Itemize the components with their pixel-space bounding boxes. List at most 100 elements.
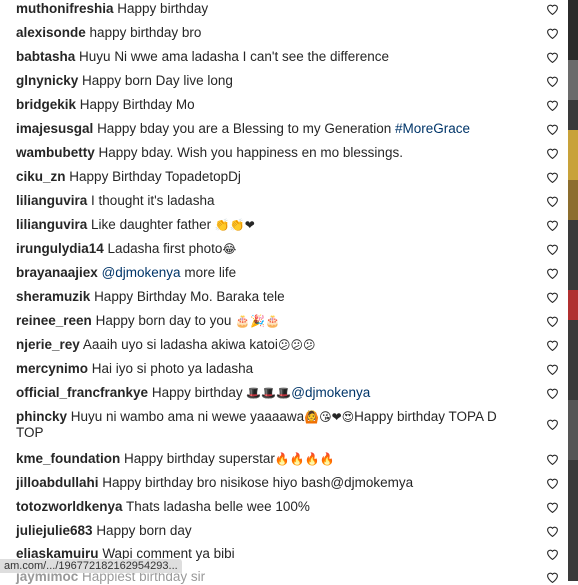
comment-text: more life [184, 265, 237, 280]
comment-text: Happy birthday bro nisikose hiyo bash@dj… [102, 475, 414, 490]
like-heart-icon[interactable] [545, 452, 559, 466]
comment-item: lilianguvira I thought it's ladasha [16, 193, 536, 209]
comment-item: bridgekik Happy Birthday Mo [16, 97, 536, 113]
like-heart-icon[interactable] [545, 50, 559, 64]
comment-item: jilloabdullahi Happy birthday bro nisiko… [16, 475, 536, 491]
comment-item: irungulydia14 Ladasha first photo😂 [16, 241, 536, 257]
like-heart-icon[interactable] [545, 570, 559, 584]
like-heart-icon[interactable] [545, 476, 559, 490]
emoji-laugh: 😂 [222, 242, 237, 256]
like-heart-icon[interactable] [545, 290, 559, 304]
comment-username[interactable]: bridgekik [16, 97, 76, 112]
like-heart-icon[interactable] [545, 74, 559, 88]
comment-username[interactable]: juliejulie683 [16, 523, 93, 538]
mention-link[interactable]: @djmokenya [291, 385, 370, 400]
comment-item: muthonifreshia Happy birthday [16, 1, 536, 17]
emoji-group: 🙆😘❤😍 [304, 410, 355, 424]
like-heart-icon[interactable] [545, 524, 559, 538]
comment-item: imajesusgal Happy bday you are a Blessin… [16, 121, 536, 137]
comment-item: juliejulie683 Happy born day [16, 523, 536, 539]
comment-text: Aaaih uyo si ladasha akiwa katoi [82, 337, 278, 352]
comment-username[interactable]: muthonifreshia [16, 1, 114, 16]
comment-item: alexisonde happy birthday bro [16, 25, 536, 41]
like-heart-icon[interactable] [545, 500, 559, 514]
emoji-cake-party: 🎂🎉🎂 [235, 314, 281, 328]
comment-text: Happy birthday [117, 1, 209, 16]
comment-item: wambubetty Happy bday. Wish you happines… [16, 145, 536, 161]
hashtag-link[interactable]: #MoreGrace [395, 121, 470, 136]
comment-username[interactable]: ciku_zn [16, 169, 66, 184]
comment-text: Happy Birthday TopadetopDj [69, 169, 241, 184]
emoji-confused: 😕😕😕 [277, 338, 316, 352]
like-heart-icon[interactable] [545, 26, 559, 40]
like-heart-icon[interactable] [545, 338, 559, 352]
comment-username[interactable]: alexisonde [16, 25, 86, 40]
comment-username[interactable]: lilianguvira [16, 193, 87, 208]
comment-username[interactable]: glnynicky [16, 73, 78, 88]
like-heart-icon[interactable] [545, 314, 559, 328]
emoji-clap-heart: 👏👏❤ [214, 218, 255, 232]
comment-username[interactable]: wambubetty [16, 145, 95, 160]
comment-username[interactable]: lilianguvira [16, 217, 87, 232]
like-heart-icon[interactable] [545, 547, 559, 561]
comment-item: sheramuzik Happy Birthday Mo. Baraka tel… [16, 289, 536, 305]
comment-item: kme_foundation Happy birthday superstar🔥… [16, 451, 536, 467]
comment-username[interactable]: totozworldkenya [16, 499, 123, 514]
comment-item: glnynicky Happy born Day live long [16, 73, 536, 89]
comment-username[interactable]: phincky [16, 409, 67, 424]
like-heart-icon[interactable] [545, 266, 559, 280]
comment-username[interactable]: irungulydia14 [16, 241, 104, 256]
like-heart-icon[interactable] [545, 122, 559, 136]
comment-username[interactable]: kme_foundation [16, 451, 120, 466]
comment-text: happy birthday bro [89, 25, 202, 40]
comment-text: Thats ladasha belle wee 100% [126, 499, 310, 514]
comment-item: mercynimo Hai iyo si photo ya ladasha [16, 361, 536, 377]
comment-item: phincky Huyu ni wambo ama ni wewe yaaaaw… [16, 409, 536, 441]
comment-item: lilianguvira Like daughter father 👏👏❤ [16, 217, 536, 233]
like-heart-icon[interactable] [545, 170, 559, 184]
comment-text: Happy born day [96, 523, 192, 538]
like-heart-icon[interactable] [545, 194, 559, 208]
comment-text: Happy born Day live long [82, 73, 233, 88]
comment-item: reinee_reen Happy born day to you 🎂🎉🎂 [16, 313, 536, 329]
comment-username[interactable]: official_francfrankye [16, 385, 148, 400]
comment-item: njerie_rey Aaaih uyo si ladasha akiwa ka… [16, 337, 536, 353]
comment-username[interactable]: reinee_reen [16, 313, 92, 328]
comment-text: Happy bday. Wish you happiness en mo ble… [98, 145, 403, 160]
comment-text: Hai iyo si photo ya ladasha [91, 361, 254, 376]
comment-username[interactable]: babtasha [16, 49, 75, 64]
comment-text: Huyu Ni wwe ama ladasha I can't see the … [79, 49, 390, 64]
comment-text: Happy born day to you [95, 313, 232, 328]
status-bar-url: am.com/.../196772182162954293... [0, 559, 182, 573]
comment-text: Like daughter father [91, 217, 212, 232]
mention-link[interactable]: @djmokenya [102, 265, 181, 280]
comment-item: totozworldkenya Thats ladasha belle wee … [16, 499, 536, 515]
comment-username[interactable]: njerie_rey [16, 337, 80, 352]
background-photo-edge [568, 0, 578, 581]
emoji-hats: 🎩🎩🎩 [246, 386, 292, 400]
like-heart-icon[interactable] [545, 417, 559, 431]
comment-username[interactable]: brayanaajiex [16, 265, 98, 280]
comment-username[interactable]: imajesusgal [16, 121, 93, 136]
comment-item: official_francfrankye Happy birthday 🎩🎩🎩… [16, 385, 536, 401]
like-heart-icon[interactable] [545, 218, 559, 232]
like-heart-icon[interactable] [545, 146, 559, 160]
comment-item: brayanaajiex @djmokenya more life [16, 265, 536, 281]
comment-username[interactable]: jilloabdullahi [16, 475, 99, 490]
comment-text: Happy birthday [151, 385, 243, 400]
comment-text: Huyu ni wambo ama ni wewe yaaaawa [70, 409, 305, 424]
comment-text: Ladasha first photo [107, 241, 223, 256]
like-heart-icon[interactable] [545, 2, 559, 16]
emoji-fire: 🔥🔥🔥🔥 [274, 452, 335, 466]
comment-text-wrap: TOP [16, 425, 44, 440]
like-heart-icon[interactable] [545, 386, 559, 400]
comment-text: I thought it's ladasha [91, 193, 215, 208]
comment-item: babtasha Huyu Ni wwe ama ladasha I can't… [16, 49, 536, 65]
comment-username[interactable]: mercynimo [16, 361, 88, 376]
like-heart-icon[interactable] [545, 242, 559, 256]
like-heart-icon[interactable] [545, 98, 559, 112]
comment-item: ciku_zn Happy Birthday TopadetopDj [16, 169, 536, 185]
comment-username[interactable]: sheramuzik [16, 289, 90, 304]
like-heart-icon[interactable] [545, 362, 559, 376]
comment-text-continued: Happy birthday TOPA D [354, 409, 497, 424]
